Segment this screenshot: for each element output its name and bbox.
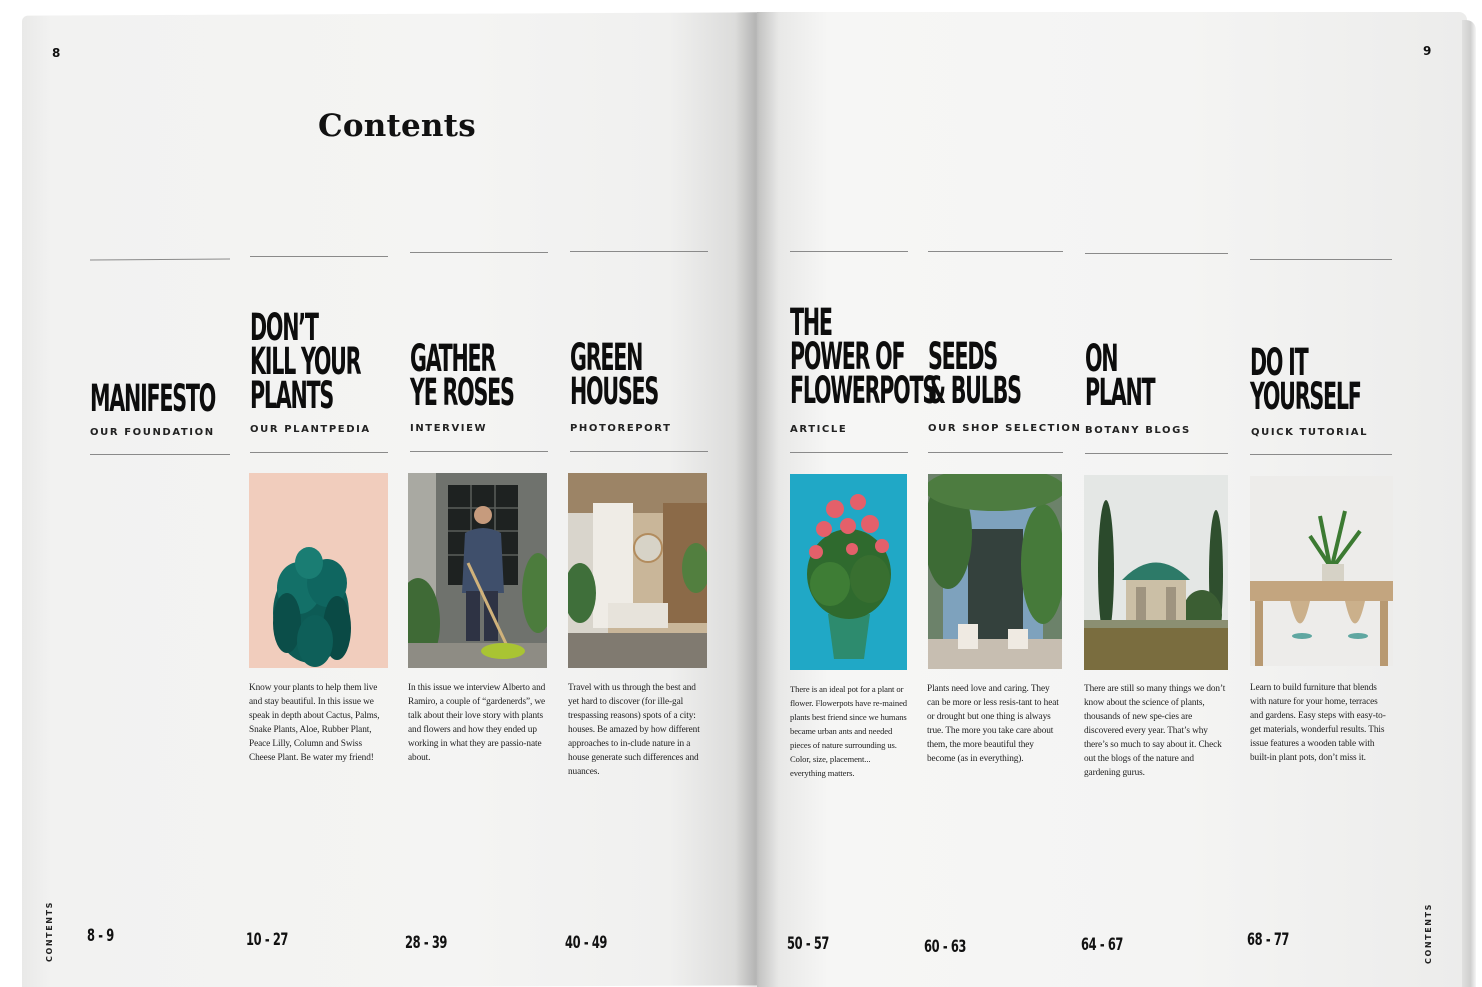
toc-entry-title-wrap: THE POWER OF FLOWERPOTS [790, 260, 937, 412]
toc-entry-title-wrap: DON’T KILL YOUR PLANTS [250, 260, 390, 417]
bathroom-photo [568, 473, 707, 668]
gardener-photo [408, 473, 547, 668]
folio-left: 8 [52, 46, 61, 60]
diy-table-photo [1250, 476, 1393, 666]
toc-entry-title-wrap: SEEDS & BULBS [928, 260, 1068, 412]
toc-entry-text: Know your plants to help them live and s… [249, 683, 380, 763]
shop-photo [928, 474, 1062, 669]
toc-entry-label: QUICK TUTORIAL [1251, 427, 1369, 438]
column-rule-bottom [928, 452, 1063, 453]
toc-entry-label: OUR PLANTPEDIA [250, 424, 371, 435]
toc-entry-text: There is an ideal pot for a plant or flo… [790, 684, 907, 778]
toc-entry-title: SEEDS & BULBS [928, 334, 1022, 412]
page-title: Contents [318, 108, 476, 144]
toc-entry-pages: 50 - 57 [787, 934, 830, 954]
toc-entry-title: GREEN HOUSES [570, 335, 659, 413]
side-label-left: CONTENTS [45, 900, 54, 962]
toc-entry-pages: 8 - 9 [87, 926, 114, 946]
column-rule-top [790, 251, 908, 252]
column-rule-bottom [90, 454, 230, 455]
column-rule-top [410, 252, 548, 253]
folio-right: 9 [1423, 44, 1432, 58]
toc-entry-pages: 10 - 27 [246, 930, 289, 950]
column-rule-bottom [1085, 453, 1228, 454]
toc-entry-pages: 64 - 67 [1081, 935, 1124, 955]
toc-entry-title-wrap: ON PLANT [1085, 260, 1225, 414]
succulent-photo [249, 473, 388, 668]
magazine-spread: 8 9 Contents CONTENTS CONTENTS MANIFESTO… [0, 0, 1482, 987]
column-rule-bottom [250, 452, 388, 453]
column-rule-bottom [790, 452, 908, 453]
toc-entry-text: In this issue we interview Alberto and R… [408, 683, 546, 763]
toc-entry-title: DON’T KILL YOUR PLANTS [250, 305, 362, 417]
toc-entry-pages: 60 - 63 [924, 937, 967, 957]
toc-entry-title-wrap: GREEN HOUSES [570, 260, 710, 413]
toc-entry-title: GATHER YE ROSES [410, 336, 515, 414]
gutter-shadow [735, 12, 780, 987]
garden-pavilion-photo [1084, 475, 1228, 670]
toc-entry-label: ARTICLE [790, 424, 848, 435]
column-rule-top [250, 256, 388, 257]
toc-entry-label: OUR FOUNDATION [90, 427, 215, 438]
side-label-right: CONTENTS [1424, 902, 1433, 964]
toc-entry-text: Learn to build furniture that blends wit… [1250, 683, 1386, 763]
toc-entry-label: OUR SHOP SELECTION [928, 423, 1082, 434]
column-rule-bottom [570, 451, 708, 452]
toc-entry-title-wrap: GATHER YE ROSES [410, 260, 550, 414]
column-rule-top [928, 251, 1063, 252]
column-rule-top [1250, 259, 1392, 260]
toc-entry-pages: 68 - 77 [1247, 930, 1290, 950]
toc-entry-label: PHOTOREPORT [570, 423, 672, 434]
toc-entry-title: DO IT YOURSELF [1250, 340, 1362, 418]
page-stack-edge [1462, 20, 1476, 987]
toc-entry-title: THE POWER OF FLOWERPOTS [790, 300, 937, 412]
toc-entry-label: INTERVIEW [410, 423, 488, 434]
toc-entry-title-wrap: DO IT YOURSELF [1250, 265, 1390, 418]
toc-entry-pages: 40 - 49 [565, 933, 608, 953]
toc-entry-pages: 28 - 39 [405, 933, 448, 953]
toc-entry-text: Travel with us through the best and yet … [568, 683, 700, 777]
toc-entry-title: MANIFESTO [90, 376, 216, 420]
toc-entry-title: ON PLANT [1085, 336, 1156, 414]
column-rule-top [1085, 253, 1228, 254]
column-rule-top [570, 251, 708, 252]
begonia-photo [790, 474, 907, 670]
toc-entry-label: BOTANY BLOGS [1085, 425, 1191, 436]
toc-entry-text: There are still so many things we don’t … [1084, 684, 1226, 778]
toc-entry-title-wrap: MANIFESTO [90, 260, 230, 420]
column-rule-bottom [410, 451, 548, 452]
column-rule-bottom [1250, 454, 1392, 455]
toc-entry-text: Plants need love and caring. They can be… [927, 684, 1059, 764]
